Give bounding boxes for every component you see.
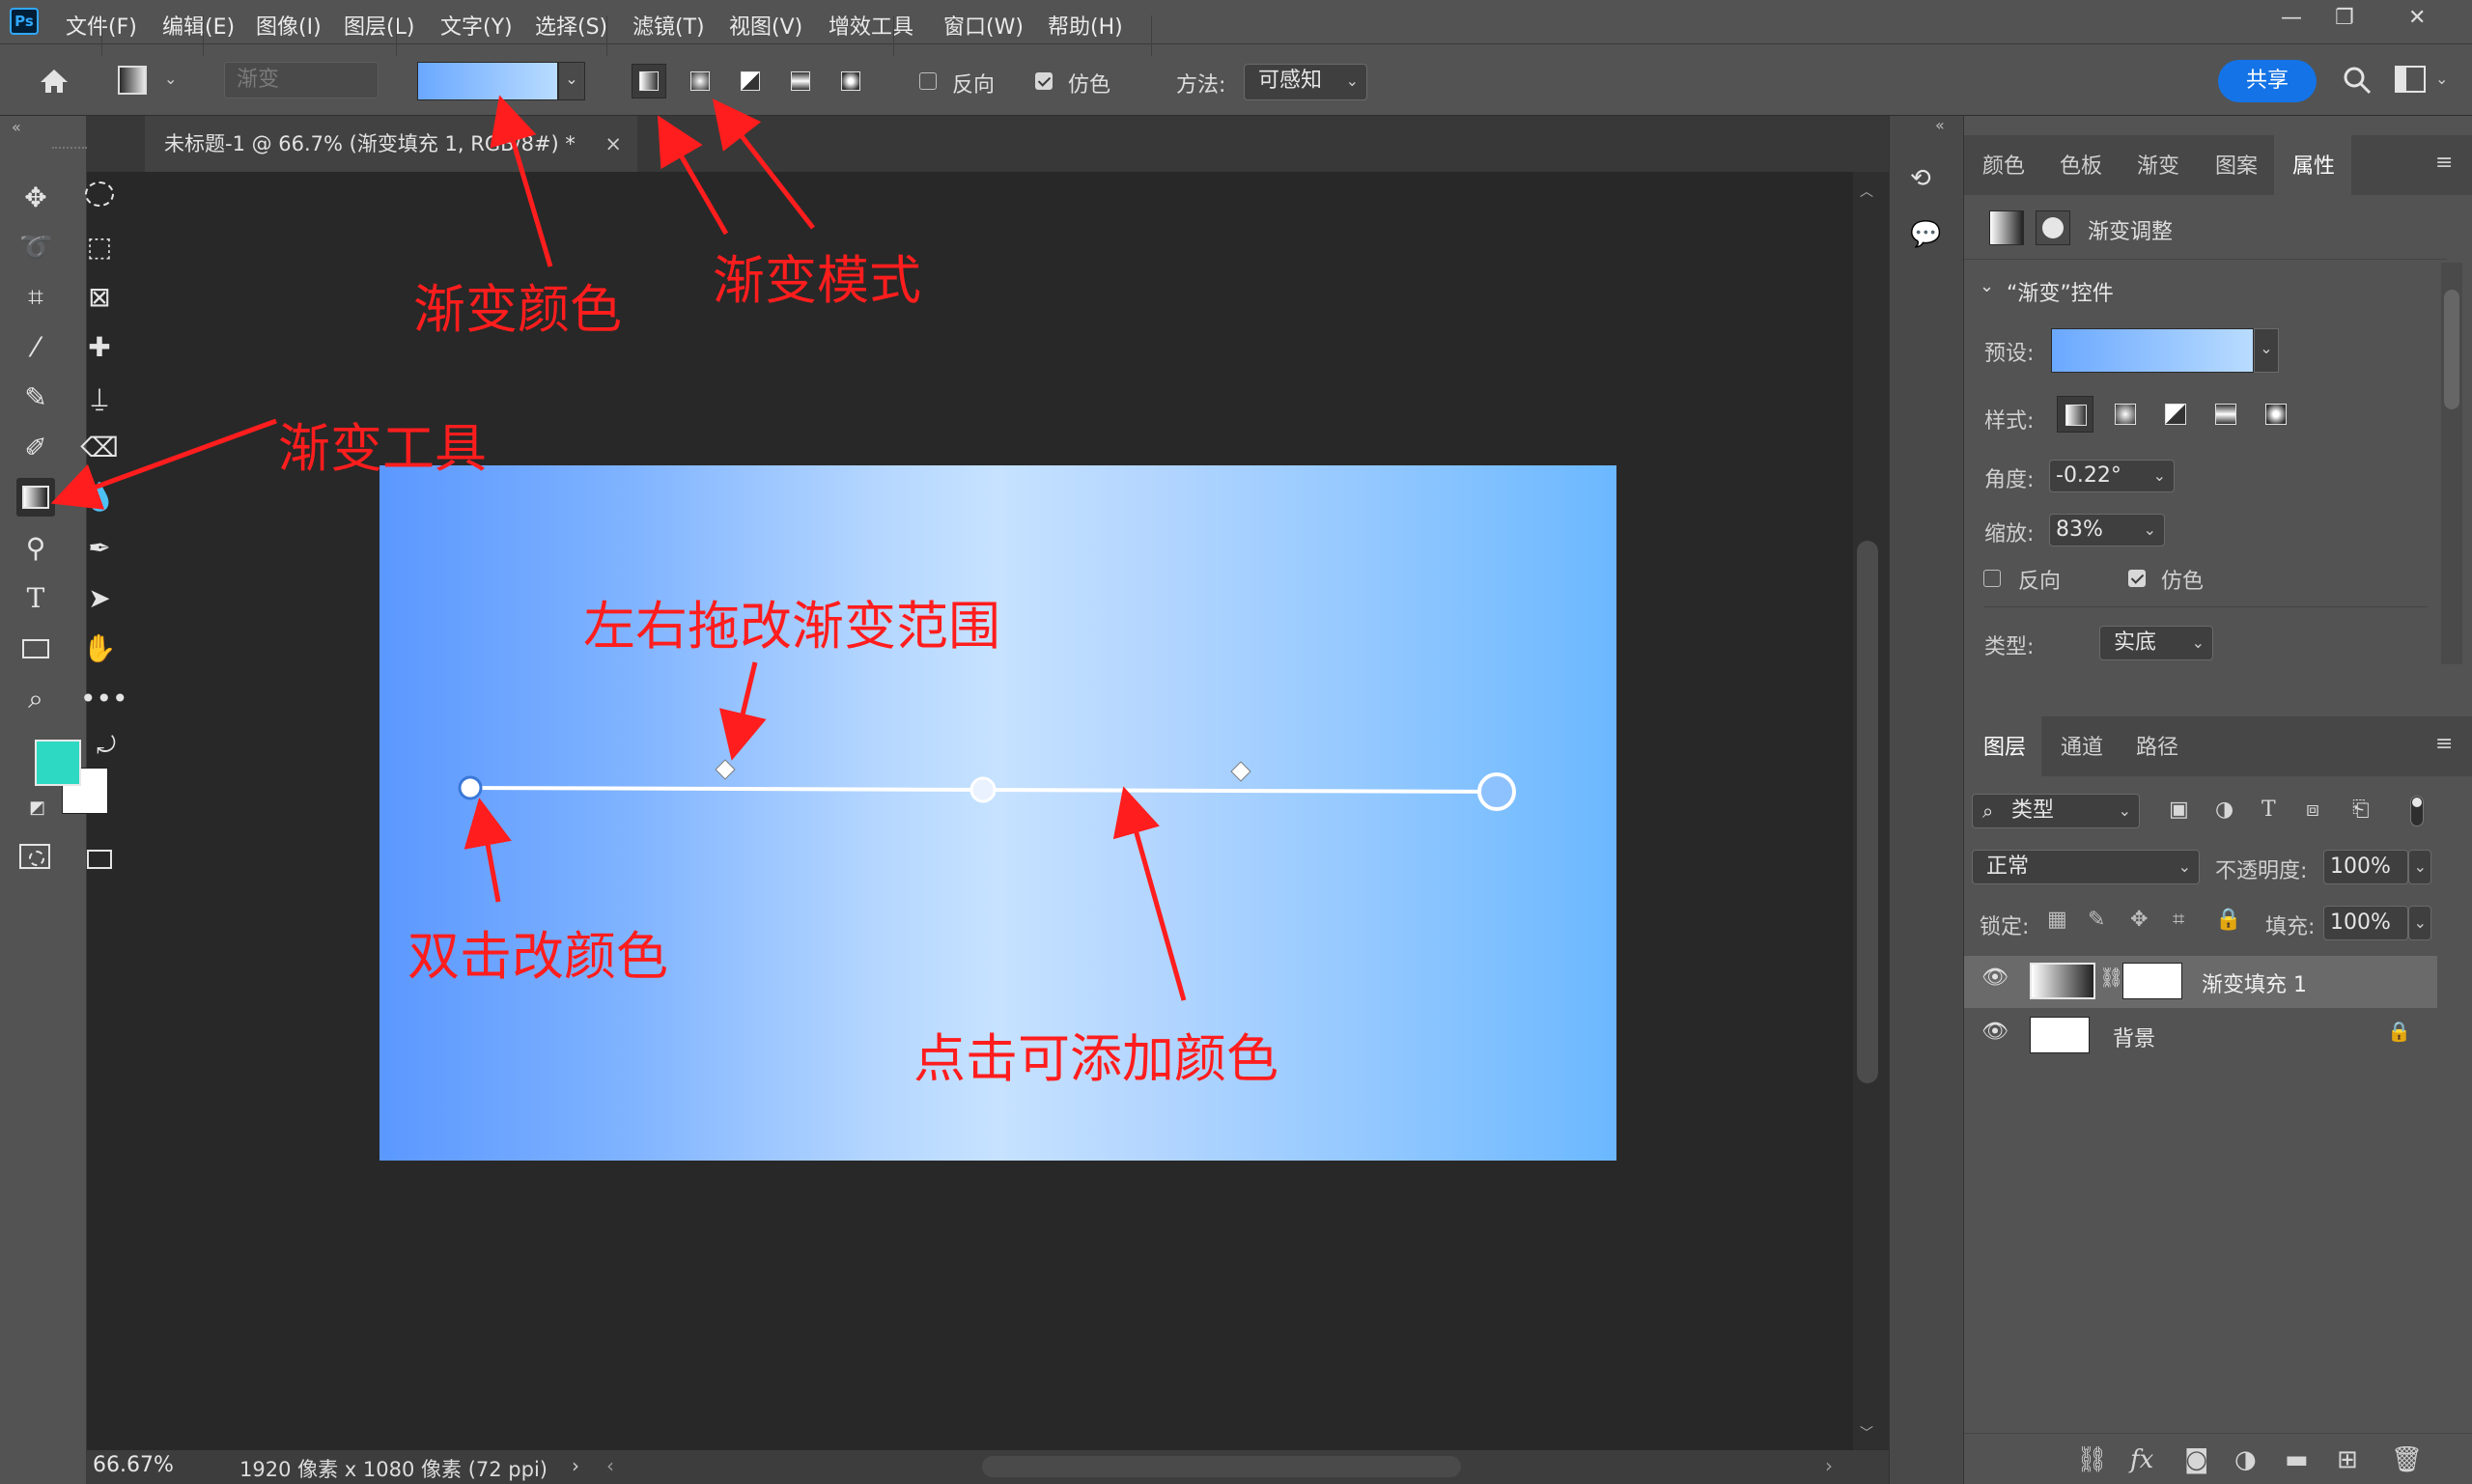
gradient-mid-stop [969, 776, 997, 803]
annotation-overlay [50, 95, 1516, 1001]
annotation-gradient-color: 渐变颜色 [413, 279, 622, 340]
arrow-to-mode-2 [712, 98, 815, 230]
arrow-to-start-stop [464, 798, 512, 903]
arrow-to-gradient-color [490, 95, 553, 267]
arrow-to-mode-1 [657, 115, 729, 236]
arrow-to-gradient-tool [50, 418, 277, 510]
gradient-end-stop [1477, 772, 1516, 811]
gradient-midpoint-diamond [1230, 761, 1251, 782]
gradient-midpoint-diamond [715, 759, 736, 780]
gradient-start-stop [458, 775, 483, 800]
annotation-drag-range: 左右拖改渐变范围 [583, 596, 1000, 657]
annotation-gradient-tool: 渐变工具 [278, 418, 487, 479]
arrow-to-midpoint [718, 661, 767, 761]
annotation-click-add-color: 点击可添加颜色 [913, 1028, 1278, 1089]
arrow-to-line [1112, 786, 1187, 1001]
gradient-widget[interactable] [458, 759, 1516, 811]
annotation-gradient-mode: 渐变模式 [713, 250, 921, 311]
annotation-double-click-color: 双击改颜色 [407, 926, 668, 987]
